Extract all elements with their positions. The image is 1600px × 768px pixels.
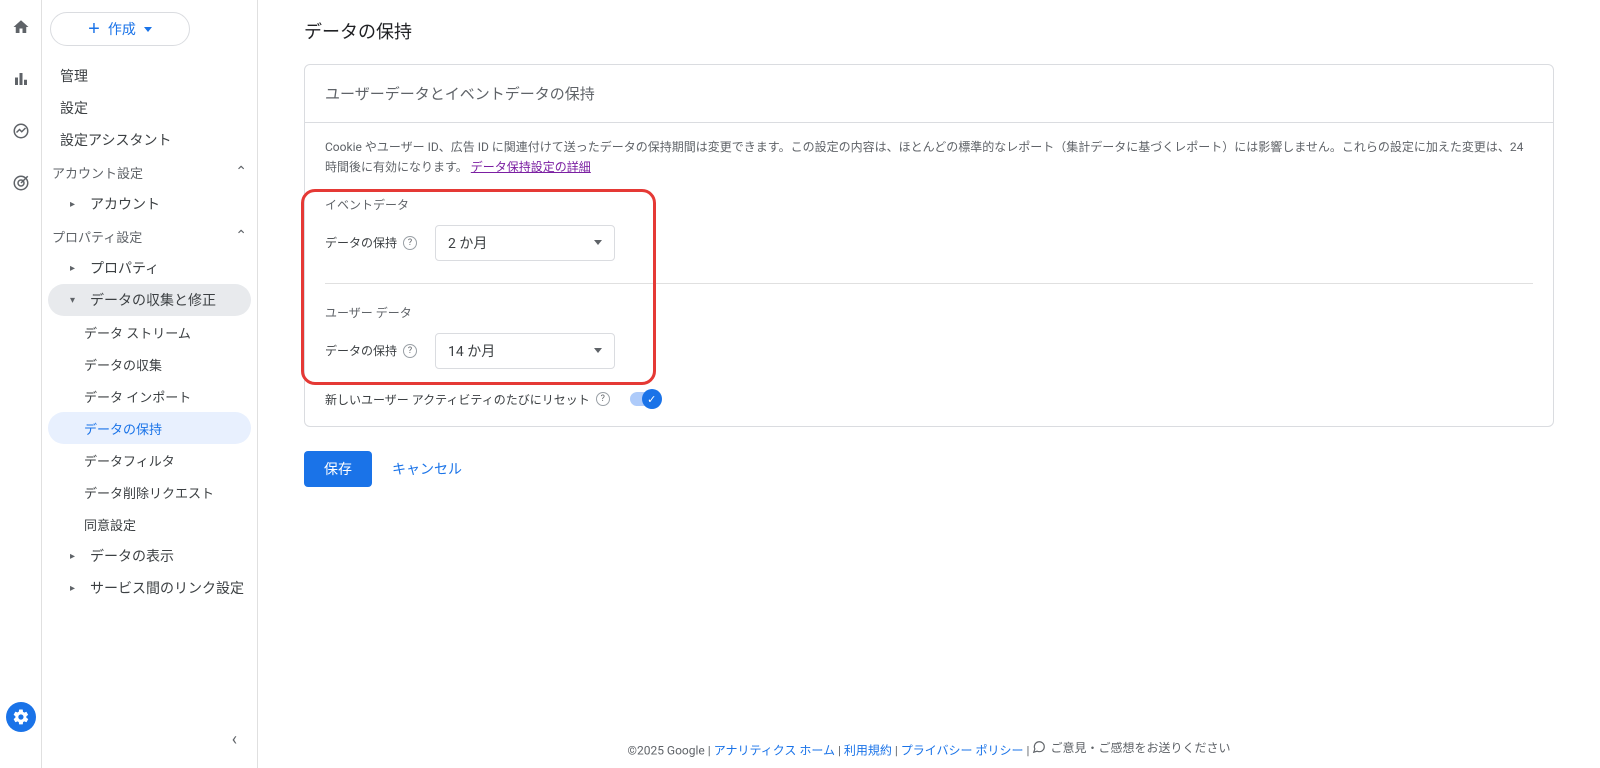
help-icon[interactable]: ? <box>403 344 417 358</box>
triangle-right-icon: ▸ <box>70 551 80 562</box>
sidebar-leaf-data-import[interactable]: データ インポート <box>42 380 257 412</box>
sidebar-section-property[interactable]: プロパティ設定 ⌃ <box>42 220 257 252</box>
sidebar-item-settings[interactable]: 設定 <box>42 92 257 124</box>
reset-toggle[interactable]: ✓ <box>630 392 660 406</box>
footer-copyright: ©2025 Google <box>628 743 705 757</box>
create-button[interactable]: + 作成 <box>50 12 190 46</box>
bar-chart-icon[interactable] <box>12 70 30 92</box>
sidebar-leaf-data-collect[interactable]: データの収集 <box>42 348 257 380</box>
sidebar-leaf-data-retention[interactable]: データの保持 <box>48 412 251 444</box>
sidebar-item-property[interactable]: ▸ プロパティ <box>42 252 257 284</box>
event-retention-label: データの保持 <box>325 234 397 251</box>
select-value: 2 か月 <box>448 233 487 253</box>
home-icon[interactable] <box>12 18 30 40</box>
triangle-right-icon: ▸ <box>70 199 80 210</box>
sidebar-leaf-data-filter[interactable]: データフィルタ <box>42 444 257 476</box>
triangle-right-icon: ▸ <box>70 263 80 274</box>
sidebar-item-label: データの表示 <box>90 546 174 566</box>
check-icon: ✓ <box>642 389 662 409</box>
footer-privacy-link[interactable]: プライバシー ポリシー <box>901 743 1024 757</box>
sidebar-item-admin[interactable]: 管理 <box>42 60 257 92</box>
chevron-down-icon <box>144 27 152 32</box>
chevron-down-icon <box>594 348 602 353</box>
sidebar: + 作成 管理 設定 設定アシスタント アカウント設定 ⌃ ▸ アカウント プロ… <box>42 0 258 768</box>
sidebar-section-label: プロパティ設定 <box>52 227 142 246</box>
save-button[interactable]: 保存 <box>304 451 372 487</box>
chevron-up-icon: ⌃ <box>235 164 247 180</box>
chevron-up-icon: ⌃ <box>235 228 247 244</box>
chevron-down-icon <box>594 240 602 245</box>
sidebar-item-label: アカウント <box>90 194 160 214</box>
sidebar-section-account[interactable]: アカウント設定 ⌃ <box>42 156 257 188</box>
user-retention-label: データの保持 <box>325 342 397 359</box>
event-retention-select[interactable]: 2 か月 <box>435 225 615 261</box>
triangle-down-icon: ▾ <box>70 295 80 306</box>
card-description: Cookie やユーザー ID、広告 ID に関連付けて送ったデータの保持期間は… <box>325 137 1533 178</box>
sidebar-item-data-collection[interactable]: ▾ データの収集と修正 <box>48 284 251 316</box>
reset-toggle-label: 新しいユーザー アクティビティのたびにリセット <box>325 391 590 408</box>
collapse-sidebar-icon[interactable]: ‹ <box>232 729 237 750</box>
gear-icon[interactable] <box>6 702 36 732</box>
footer-feedback[interactable]: ご意見・ご感想をお送りください <box>1032 739 1230 756</box>
sidebar-item-assistant[interactable]: 設定アシスタント <box>42 124 257 156</box>
divider <box>325 283 1533 284</box>
event-data-heading: イベントデータ <box>325 196 1533 213</box>
footer-home-link[interactable]: アナリティクス ホーム <box>714 743 835 757</box>
footer: ©2025 Google | アナリティクス ホーム | 利用規約 | プライバ… <box>304 723 1554 768</box>
help-icon[interactable]: ? <box>596 392 610 406</box>
sidebar-section-label: アカウント設定 <box>52 163 143 182</box>
footer-feedback-label: ご意見・ご感想をお送りください <box>1050 739 1230 756</box>
sidebar-leaf-consent[interactable]: 同意設定 <box>42 508 257 540</box>
retention-card: ユーザーデータとイベントデータの保持 Cookie やユーザー ID、広告 ID… <box>304 64 1554 427</box>
main-content: データの保持 ユーザーデータとイベントデータの保持 Cookie やユーザー I… <box>258 0 1600 768</box>
select-value: 14 か月 <box>448 341 495 361</box>
sidebar-leaf-data-stream[interactable]: データ ストリーム <box>42 316 257 348</box>
sidebar-item-data-display[interactable]: ▸ データの表示 <box>42 540 257 572</box>
card-header: ユーザーデータとイベントデータの保持 <box>305 65 1553 123</box>
desc-link[interactable]: データ保持設定の詳細 <box>471 160 591 174</box>
sidebar-item-label: プロパティ <box>90 258 159 278</box>
triangle-right-icon: ▸ <box>70 583 80 594</box>
user-retention-select[interactable]: 14 か月 <box>435 333 615 369</box>
sidebar-item-label: データの収集と修正 <box>90 290 216 310</box>
sidebar-item-service-link[interactable]: ▸ サービス間のリンク設定 <box>42 572 257 604</box>
target-icon[interactable] <box>12 174 30 196</box>
help-icon[interactable]: ? <box>403 236 417 250</box>
sidebar-leaf-data-delete[interactable]: データ削除リクエスト <box>42 476 257 508</box>
line-chart-icon[interactable] <box>12 122 30 144</box>
page-title: データの保持 <box>304 18 1554 44</box>
footer-terms-link[interactable]: 利用規約 <box>844 743 892 757</box>
user-data-heading: ユーザー データ <box>325 304 1533 321</box>
icon-rail <box>0 0 42 768</box>
sidebar-item-label: サービス間のリンク設定 <box>90 578 244 598</box>
create-label: 作成 <box>108 19 136 39</box>
feedback-icon <box>1032 740 1046 754</box>
cancel-button[interactable]: キャンセル <box>392 459 462 479</box>
sidebar-item-account[interactable]: ▸ アカウント <box>42 188 257 220</box>
